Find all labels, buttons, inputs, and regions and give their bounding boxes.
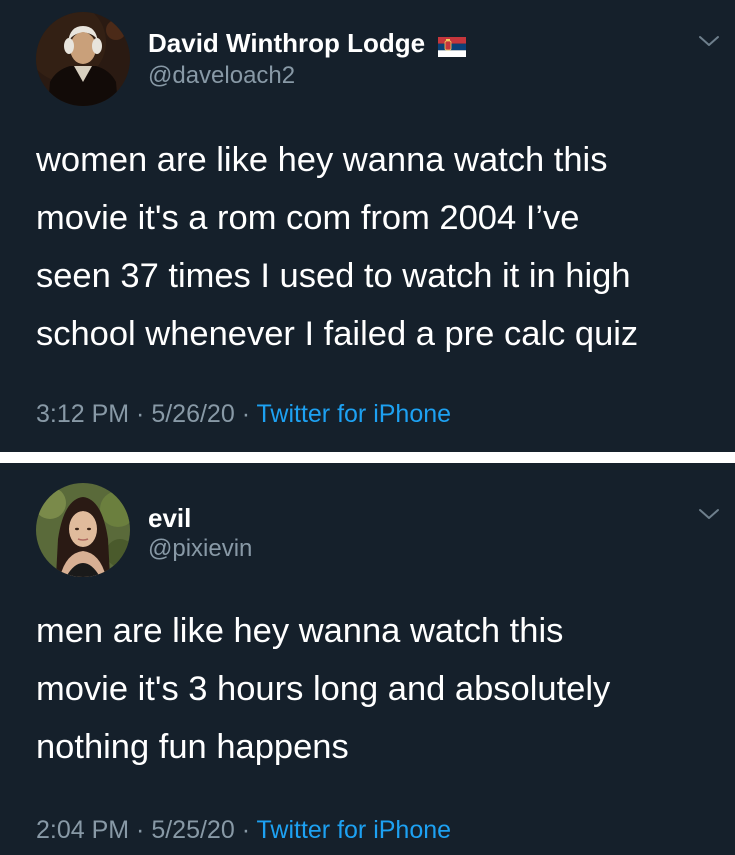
handle[interactable]: @pixievin [148,535,252,563]
meta-separator: · [129,400,152,428]
tweet-card[interactable]: David Winthrop Lodge @daveloach2 women a… [0,0,735,452]
avatar[interactable] [36,12,130,106]
tweet-text-line: school whenever I failed a pre calc quiz [36,315,639,353]
display-name[interactable]: David Winthrop Lodge [148,28,467,59]
serbia-flag-icon [438,33,467,58]
source-link[interactable]: Twitter for iPhone [257,400,452,428]
timestamp[interactable]: 3:12 PM [36,400,129,428]
tweet-date[interactable]: 5/25/20 [151,816,234,844]
tweet-text-line: women are like hey wanna watch this [36,141,608,179]
tweet-text-line: seen 37 times I used to watch it in high [36,257,631,295]
timestamp[interactable]: 2:04 PM [36,816,129,844]
source-link[interactable]: Twitter for iPhone [257,816,452,844]
avatar[interactable] [36,483,130,577]
display-name-text[interactable]: evil [148,503,191,533]
tweet-text: men are like hey wanna watch this movie … [36,602,716,776]
meta-separator: · [234,400,257,428]
chevron-down-icon[interactable] [697,33,721,49]
tweet-text-line: movie it's 3 hours long and absolutely [36,670,611,708]
display-name[interactable]: evil [148,503,191,534]
meta-separator: · [129,816,152,844]
tweet-text-line: movie it's a rom com from 2004 I’ve [36,199,580,237]
tweet-card[interactable]: evil @pixievin men are like hey wanna wa… [0,463,735,855]
meta-separator: · [234,816,257,844]
display-name-text[interactable]: David Winthrop Lodge [148,28,425,58]
chevron-down-icon[interactable] [697,506,721,522]
tweet-date[interactable]: 5/26/20 [151,400,234,428]
tweet-meta: 2:04 PM · 5/25/20 · Twitter for iPhone [36,816,451,845]
handle[interactable]: @daveloach2 [148,62,295,90]
tweet-text-line: men are like hey wanna watch this [36,612,564,650]
tweet-meta: 3:12 PM · 5/26/20 · Twitter for iPhone [36,400,451,429]
tweet-text: women are like hey wanna watch this movi… [36,131,716,363]
tweet-text-line: nothing fun happens [36,728,349,766]
